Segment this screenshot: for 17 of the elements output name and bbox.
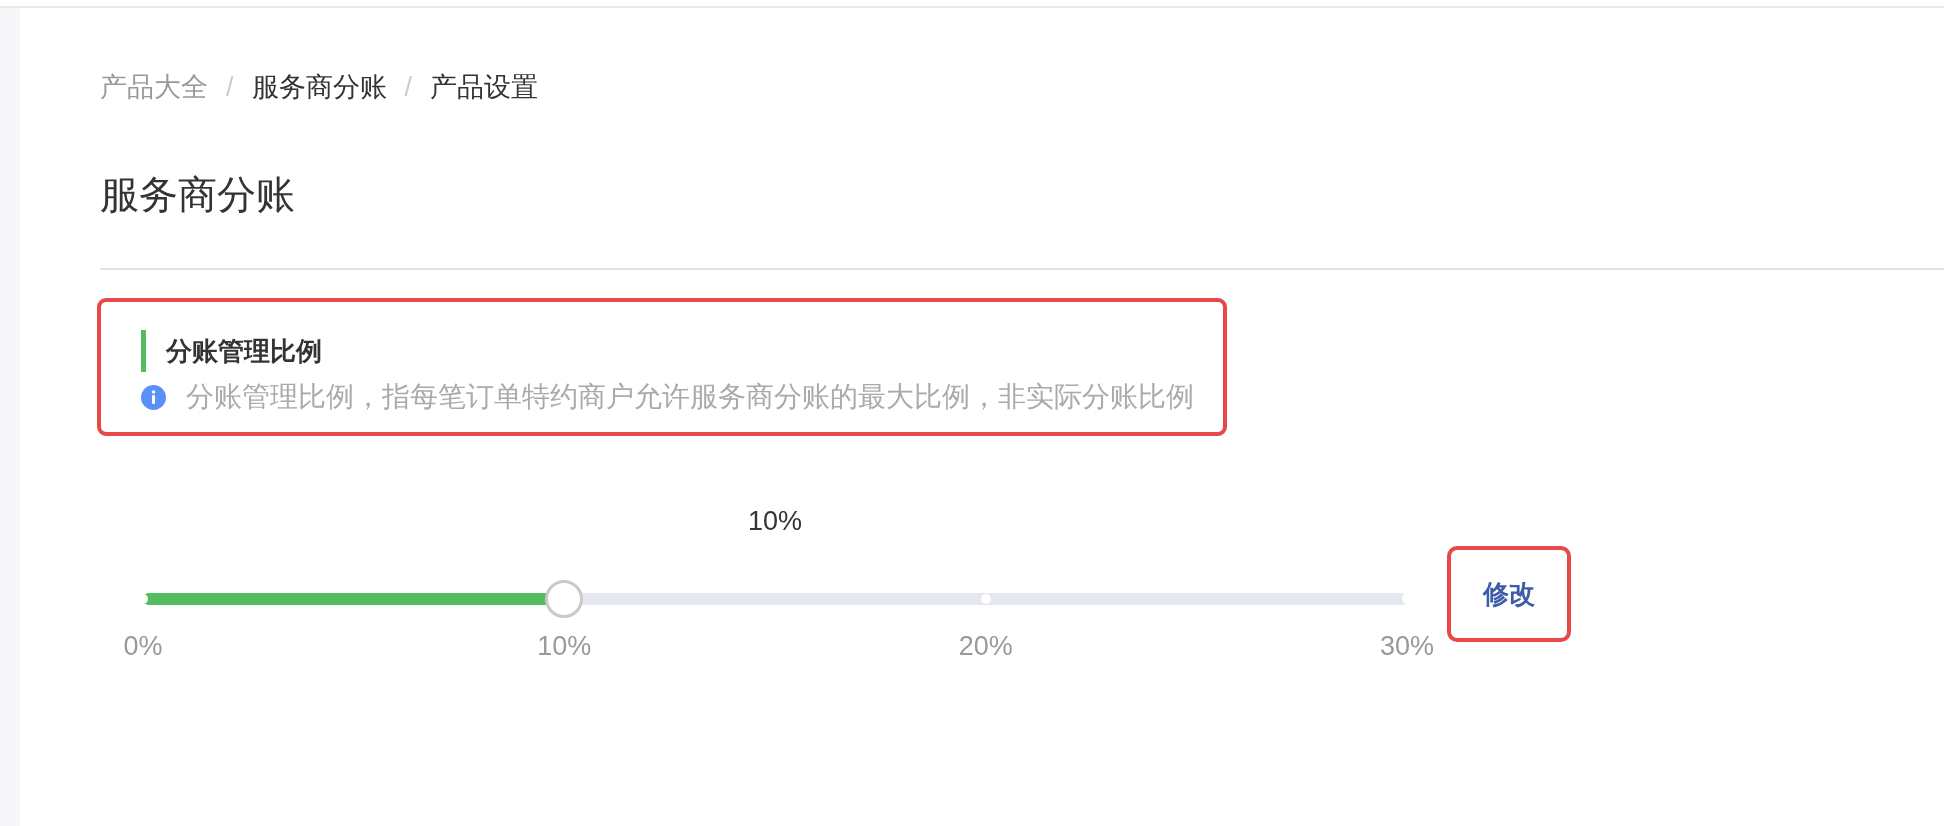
slider-thumb[interactable] [545,580,584,618]
breadcrumb-separator: / [404,72,413,102]
scale-label: 0% [123,630,163,662]
breadcrumb-item: 服务商分账 [251,72,387,102]
info-text: 分账管理比例，指每笔订单特约商户允许服务商分账的最大比例，非实际分账比例 [186,382,1194,412]
edit-button[interactable]: 修改 [1447,546,1571,642]
breadcrumb-item: 产品设置 [430,72,539,102]
scale-label: 30% [1380,630,1434,662]
section-title: 分账管理比例 [166,335,322,367]
step-dot-icon [980,594,991,604]
accent-bar [141,330,146,372]
info-icon [141,384,166,410]
scale-label: 20% [958,630,1013,662]
page-title: 服务商分账 [100,173,295,216]
scale-label: 10% [537,630,592,662]
breadcrumb-separator: / [226,72,234,102]
slider-value: 10% [747,505,802,537]
